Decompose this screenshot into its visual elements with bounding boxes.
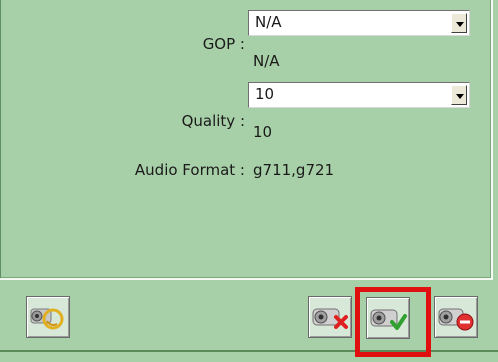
settings-panel: GOP : N/A N/A Quality : 10 10 Audio Form… [0,0,493,280]
dropdown-arrow-icon[interactable] [451,85,467,105]
quality-select[interactable]: 10 [248,82,470,108]
camera-delete-icon [438,308,474,331]
audio-format-label: Audio Format : [134,161,245,179]
gop-label: GOP : [202,35,245,53]
camera-refresh-button[interactable] [26,296,70,338]
gop-current-value: N/A [253,52,280,70]
camera-delete-button[interactable] [434,296,478,338]
dropdown-arrow-icon[interactable] [451,13,467,33]
quality-current-value: 10 [253,123,273,141]
camera-refresh-icon [30,308,64,330]
quality-label: Quality : [181,112,245,130]
quality-select-value: 10 [255,85,275,103]
camera-cancel-button[interactable] [308,296,352,338]
camera-cancel-icon [312,308,348,329]
gop-select[interactable]: N/A [248,10,470,36]
gop-select-value: N/A [255,13,282,31]
audio-format-value: g711,g721 [253,161,335,179]
selection-highlight [355,287,431,357]
